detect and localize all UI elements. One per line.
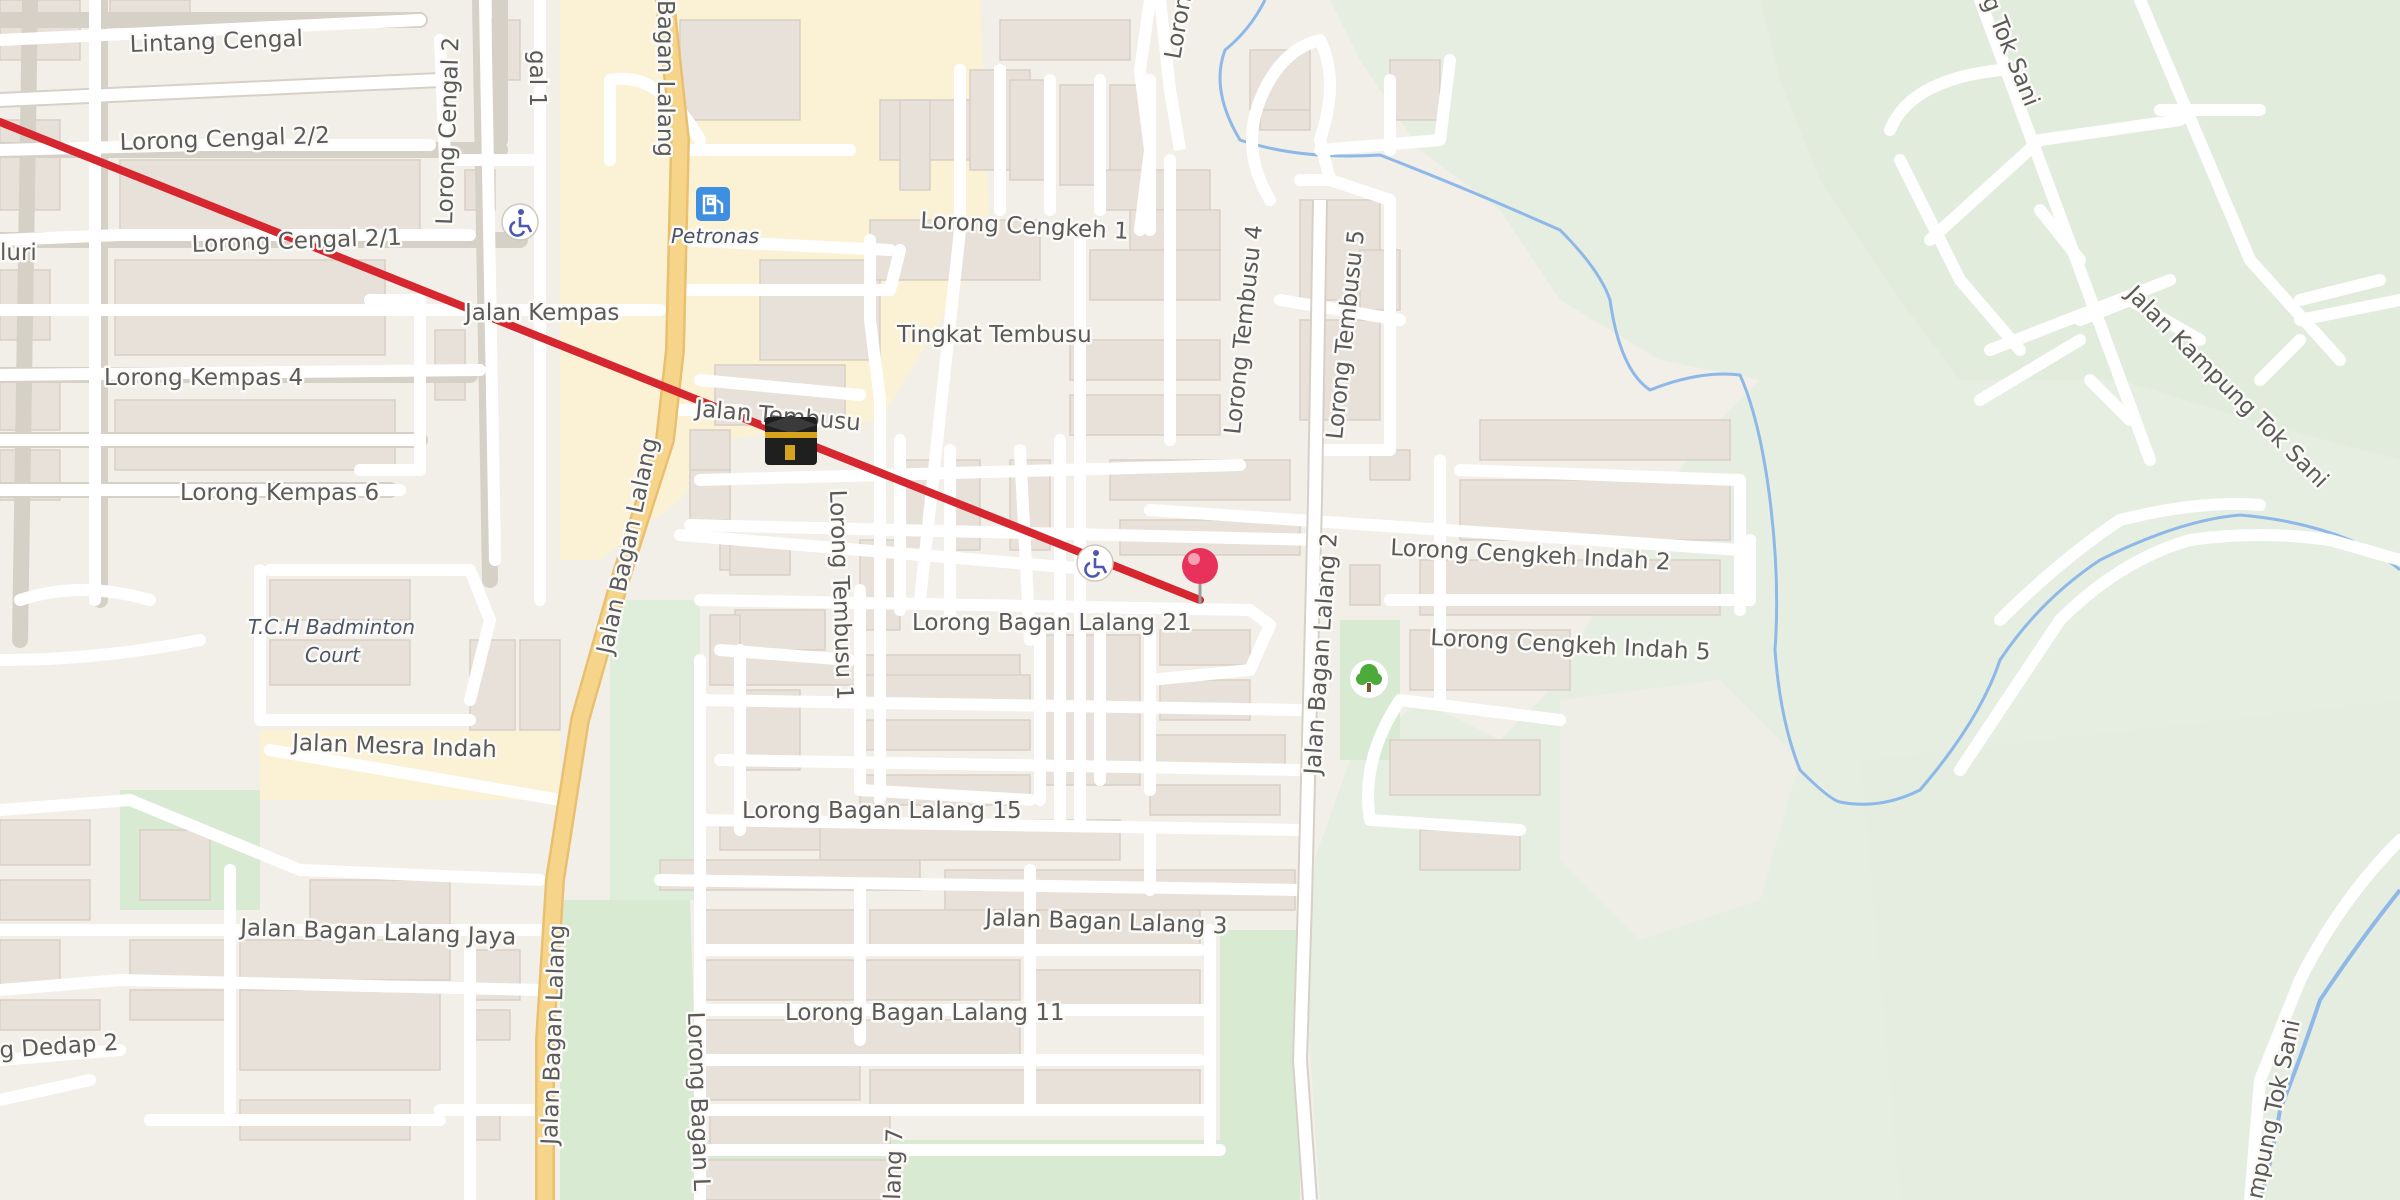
label-jalan-kempas: Jalan Kempas: [463, 300, 619, 326]
label-lorong-bagan-lalang-11: Lorong Bagan Lalang 11: [785, 1000, 1065, 1026]
mosque-poi[interactable]: [765, 415, 817, 465]
kaaba-mosque-icon: [765, 415, 817, 465]
map-canvas[interactable]: Lintang Cengal Lorong Cengal 2/2 Lorong …: [0, 0, 2400, 1200]
wheelchair-poi-2[interactable]: [1076, 544, 1114, 582]
label-lang-7-fragment: lang 7: [880, 1128, 908, 1200]
park-poi[interactable]: [1350, 660, 1388, 698]
label-luri-fragment: luri: [0, 240, 37, 266]
wheelchair-poi-1[interactable]: [501, 203, 539, 241]
park-area-4: [1220, 930, 1300, 1200]
label-gal-1-fragment: gal 1: [524, 50, 550, 107]
label-lorong-bagan-lalang-15: Lorong Bagan Lalang 15: [742, 798, 1022, 824]
label-lorong-kempas-4: Lorong Kempas 4: [104, 365, 303, 391]
park-area: [610, 600, 700, 900]
label-tingkat-tembusu: Tingkat Tembusu: [896, 322, 1092, 348]
park-area-2: [560, 900, 700, 1200]
badminton-court-label-line1: T.C.H Badminton: [248, 615, 415, 639]
label-lorong-kempas-6: Lorong Kempas 6: [180, 480, 379, 506]
label-bagan-lalang-top: Bagan Lalang: [652, 0, 678, 157]
fuel-station-label: Petronas: [671, 224, 759, 248]
label-lorong-bagan-lalang-21: Lorong Bagan Lalang 21: [912, 610, 1192, 636]
badminton-court-label-line2: Court: [305, 643, 361, 667]
